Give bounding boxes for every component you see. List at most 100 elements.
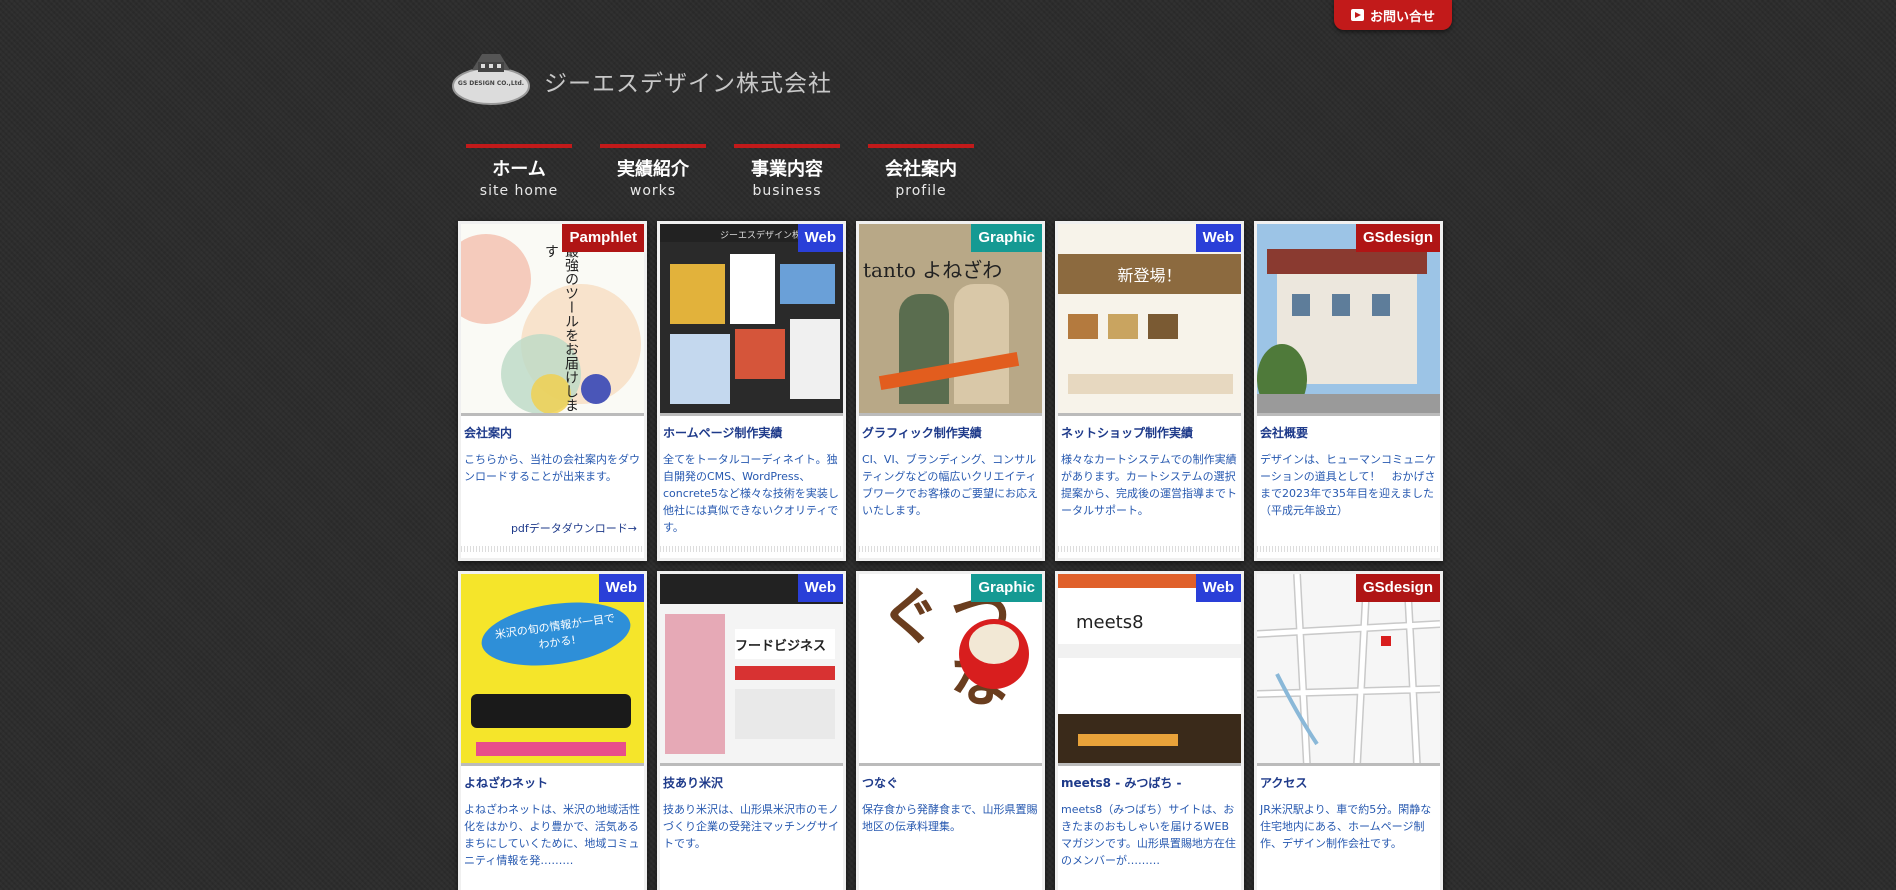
card-description: デザインは、ヒューマンコミュニケーションの道具として！ おかげさまで2023年で…	[1260, 453, 1436, 517]
card-netshop-works[interactable]: 新登場！ Web ネットショップ制作実績 様々なカートシステムでの制作実績があり…	[1055, 221, 1244, 561]
card-description: こちらから、当社の会社案内をダウンロードすることが出来ます。	[464, 453, 640, 483]
nav-works[interactable]: 実績紹介 works	[600, 144, 706, 199]
access-map-art	[1257, 574, 1440, 763]
contact-label: お問い合せ	[1369, 9, 1435, 25]
category-badge: Pamphlet	[562, 224, 644, 252]
card-thumbnail: ジーエスデザイン株式会社 Web	[660, 224, 843, 416]
card-access[interactable]: GSdesign アクセス JR米沢駅より、車で約5分。閑静な住宅地内にある、ホ…	[1254, 571, 1443, 890]
pdf-download-link[interactable]: pdfデータダウンロード→	[511, 520, 637, 536]
pamphlet-tagline: 最強のツールをお届けします	[543, 244, 579, 412]
main-nav: ホーム site home 実績紹介 works 事業内容 business 会…	[466, 144, 1002, 199]
card-wazaari-yonezawa[interactable]: フードビジネス Web 技あり米沢 技あり米沢は、山形県米沢市のモノづくり企業の…	[657, 571, 846, 890]
card-company-profile[interactable]: GSdesign 会社概要 デザインは、ヒューマンコミュニケーションの道具として…	[1254, 221, 1443, 561]
netshop-banner: 新登場！	[1058, 254, 1241, 294]
wazaari-screen-art: フードビジネス	[660, 574, 843, 763]
card-thumbnail: tanto よねざわ Graphic	[859, 224, 1042, 416]
card-homepage-works[interactable]: ジーエスデザイン株式会社 Web ホームページ制作実績 全てをトータルコーディネ…	[657, 221, 846, 561]
promo-heading: フードビジネス	[735, 629, 835, 659]
card-title: 技あり米沢	[663, 776, 724, 790]
card-description: 保存食から発酵食まで、山形県置賜地区の伝承料理集。	[862, 803, 1038, 833]
card-footer-rule	[1058, 546, 1241, 552]
logo-small-text: GS DESIGN CO.,Ltd.	[457, 80, 525, 87]
card-description: 様々なカートシステムでの制作実績があります。カートシステムの選択提案から、完成後…	[1061, 453, 1237, 517]
nav-label-jp: 事業内容	[751, 159, 823, 180]
card-title: 会社概要	[1260, 426, 1309, 440]
card-row: 最強のツールをお届けします Pamphlet 会社案内 こちらから、当社の会社案…	[458, 221, 1453, 561]
card-title: 会社案内	[464, 426, 513, 440]
yonezawa-net-art: 米沢の旬の情報が一目でわかる!	[461, 574, 644, 763]
netshop-screen-art: 新登場！	[1058, 224, 1241, 413]
nav-label-en: business	[752, 183, 822, 199]
card-thumbnail: 米沢の旬の情報が一目でわかる! Web	[461, 574, 644, 766]
card-title: よねざわネット	[464, 776, 549, 790]
nav-profile[interactable]: 会社案内 profile	[868, 144, 974, 199]
card-description: 技あり米沢は、山形県米沢市のモノづくり企業の受発注マッチングサイトです。	[663, 803, 839, 850]
category-badge: GSdesign	[1355, 224, 1440, 252]
card-meets8[interactable]: meets8 Web meets8 - みつばち - meets8（みつばち）サ…	[1055, 571, 1244, 890]
site-logo[interactable]: GS DESIGN CO.,Ltd. ジーエスデザイン株式会社	[452, 48, 832, 106]
page-wrapper: お問い合せ GS DESIGN CO.,Ltd. ジーエスデザイン株式会社 ホー…	[452, 0, 1452, 890]
card-thumbnail: meets8 Web	[1058, 574, 1241, 766]
office-photo-art	[1257, 224, 1440, 413]
card-row: 米沢の旬の情報が一目でわかる! Web よねざわネット よねざわネットは、米沢の…	[458, 571, 1453, 890]
nav-label-jp: 実績紹介	[617, 159, 689, 180]
speech-bubble: 米沢の旬の情報が一目でわかる!	[477, 593, 635, 675]
card-description: 全てをトータルコーディネイト。独自開発のCMS、WordPress、concre…	[663, 453, 839, 534]
nav-label-jp: ホーム	[492, 159, 546, 180]
nav-home[interactable]: ホーム site home	[466, 144, 572, 199]
tsunagu-cover-art: つなぐ	[859, 574, 1042, 763]
company-name: ジーエスデザイン株式会社	[544, 71, 832, 97]
magazine-cover-art: tanto よねざわ	[859, 224, 1042, 413]
card-footer-rule	[859, 546, 1042, 552]
card-title: ホームページ制作実績	[663, 426, 783, 440]
nav-business[interactable]: 事業内容 business	[734, 144, 840, 199]
card-graphic-works[interactable]: tanto よねざわ Graphic グラフィック制作実績 CI、VI、ブランデ…	[856, 221, 1045, 561]
card-footer-rule	[461, 546, 644, 552]
nav-label-en: works	[629, 183, 677, 199]
category-badge: Web	[797, 224, 843, 252]
category-badge: Web	[598, 574, 644, 602]
card-footer-rule	[1257, 546, 1440, 552]
card-description: JR米沢駅より、車で約5分。閑静な住宅地内にある、ホームページ制作、デザイン制作…	[1260, 803, 1432, 850]
category-badge: Web	[1195, 224, 1241, 252]
pamphlet-art: 最強のツールをお届けします	[461, 224, 644, 413]
meets8-screen-art: meets8	[1058, 574, 1241, 763]
nav-accent-bar	[734, 144, 840, 148]
card-thumbnail: 新登場！ Web	[1058, 224, 1241, 416]
card-title: meets8 - みつばち -	[1061, 776, 1182, 790]
nav-accent-bar	[600, 144, 706, 148]
card-title: アクセス	[1260, 776, 1308, 790]
category-badge: Web	[797, 574, 843, 602]
category-badge: Web	[1195, 574, 1241, 602]
card-description: よねざわネットは、米沢の地域活性化をはかり、より豊かで、活気あるまちにしていくた…	[464, 803, 640, 867]
category-badge: GSdesign	[1355, 574, 1440, 602]
play-icon	[1350, 9, 1364, 21]
nav-label-en: profile	[895, 183, 947, 199]
card-thumbnail: 最強のツールをお届けします Pamphlet	[461, 224, 644, 416]
card-description: CI、VI、ブランディング、コンサルティングなどの幅広いクリエイティブワークでお…	[862, 453, 1038, 517]
card-thumbnail: フードビジネス Web	[660, 574, 843, 766]
logo-emblem: GS DESIGN CO.,Ltd.	[452, 48, 532, 106]
card-title: つなぐ	[862, 776, 899, 790]
card-description: meets8（みつばち）サイトは、おきたまのおもしゃいを届けるWEBマガジンです…	[1061, 803, 1236, 867]
meets8-logo: meets8	[1076, 612, 1144, 633]
card-company-guide[interactable]: 最強のツールをお届けします Pamphlet 会社案内 こちらから、当社の会社案…	[458, 221, 647, 561]
card-tsunagu[interactable]: つなぐ Graphic つなぐ 保存食から発酵食まで、山形県置賜地区の伝承料理集…	[856, 571, 1045, 890]
card-yonezawa-net[interactable]: 米沢の旬の情報が一目でわかる! Web よねざわネット よねざわネットは、米沢の…	[458, 571, 647, 890]
magazine-title: tanto よねざわ	[863, 258, 1003, 282]
card-thumbnail: GSdesign	[1257, 574, 1440, 766]
category-badge: Graphic	[971, 224, 1042, 252]
category-badge: Graphic	[971, 574, 1042, 602]
card-thumbnail: つなぐ Graphic	[859, 574, 1042, 766]
nav-label-en: site home	[479, 183, 559, 199]
works-grid: 最強のツールをお届けします Pamphlet 会社案内 こちらから、当社の会社案…	[458, 221, 1453, 890]
card-title: ネットショップ制作実績	[1061, 426, 1194, 440]
card-title: グラフィック制作実績	[862, 426, 982, 440]
card-thumbnail: GSdesign	[1257, 224, 1440, 416]
card-footer-rule	[660, 546, 843, 552]
nav-label-jp: 会社案内	[885, 159, 957, 180]
web-screens-art: ジーエスデザイン株式会社	[660, 224, 843, 413]
nav-accent-bar	[868, 144, 974, 148]
contact-button[interactable]: お問い合せ	[1334, 0, 1452, 30]
nav-accent-bar	[466, 144, 572, 148]
